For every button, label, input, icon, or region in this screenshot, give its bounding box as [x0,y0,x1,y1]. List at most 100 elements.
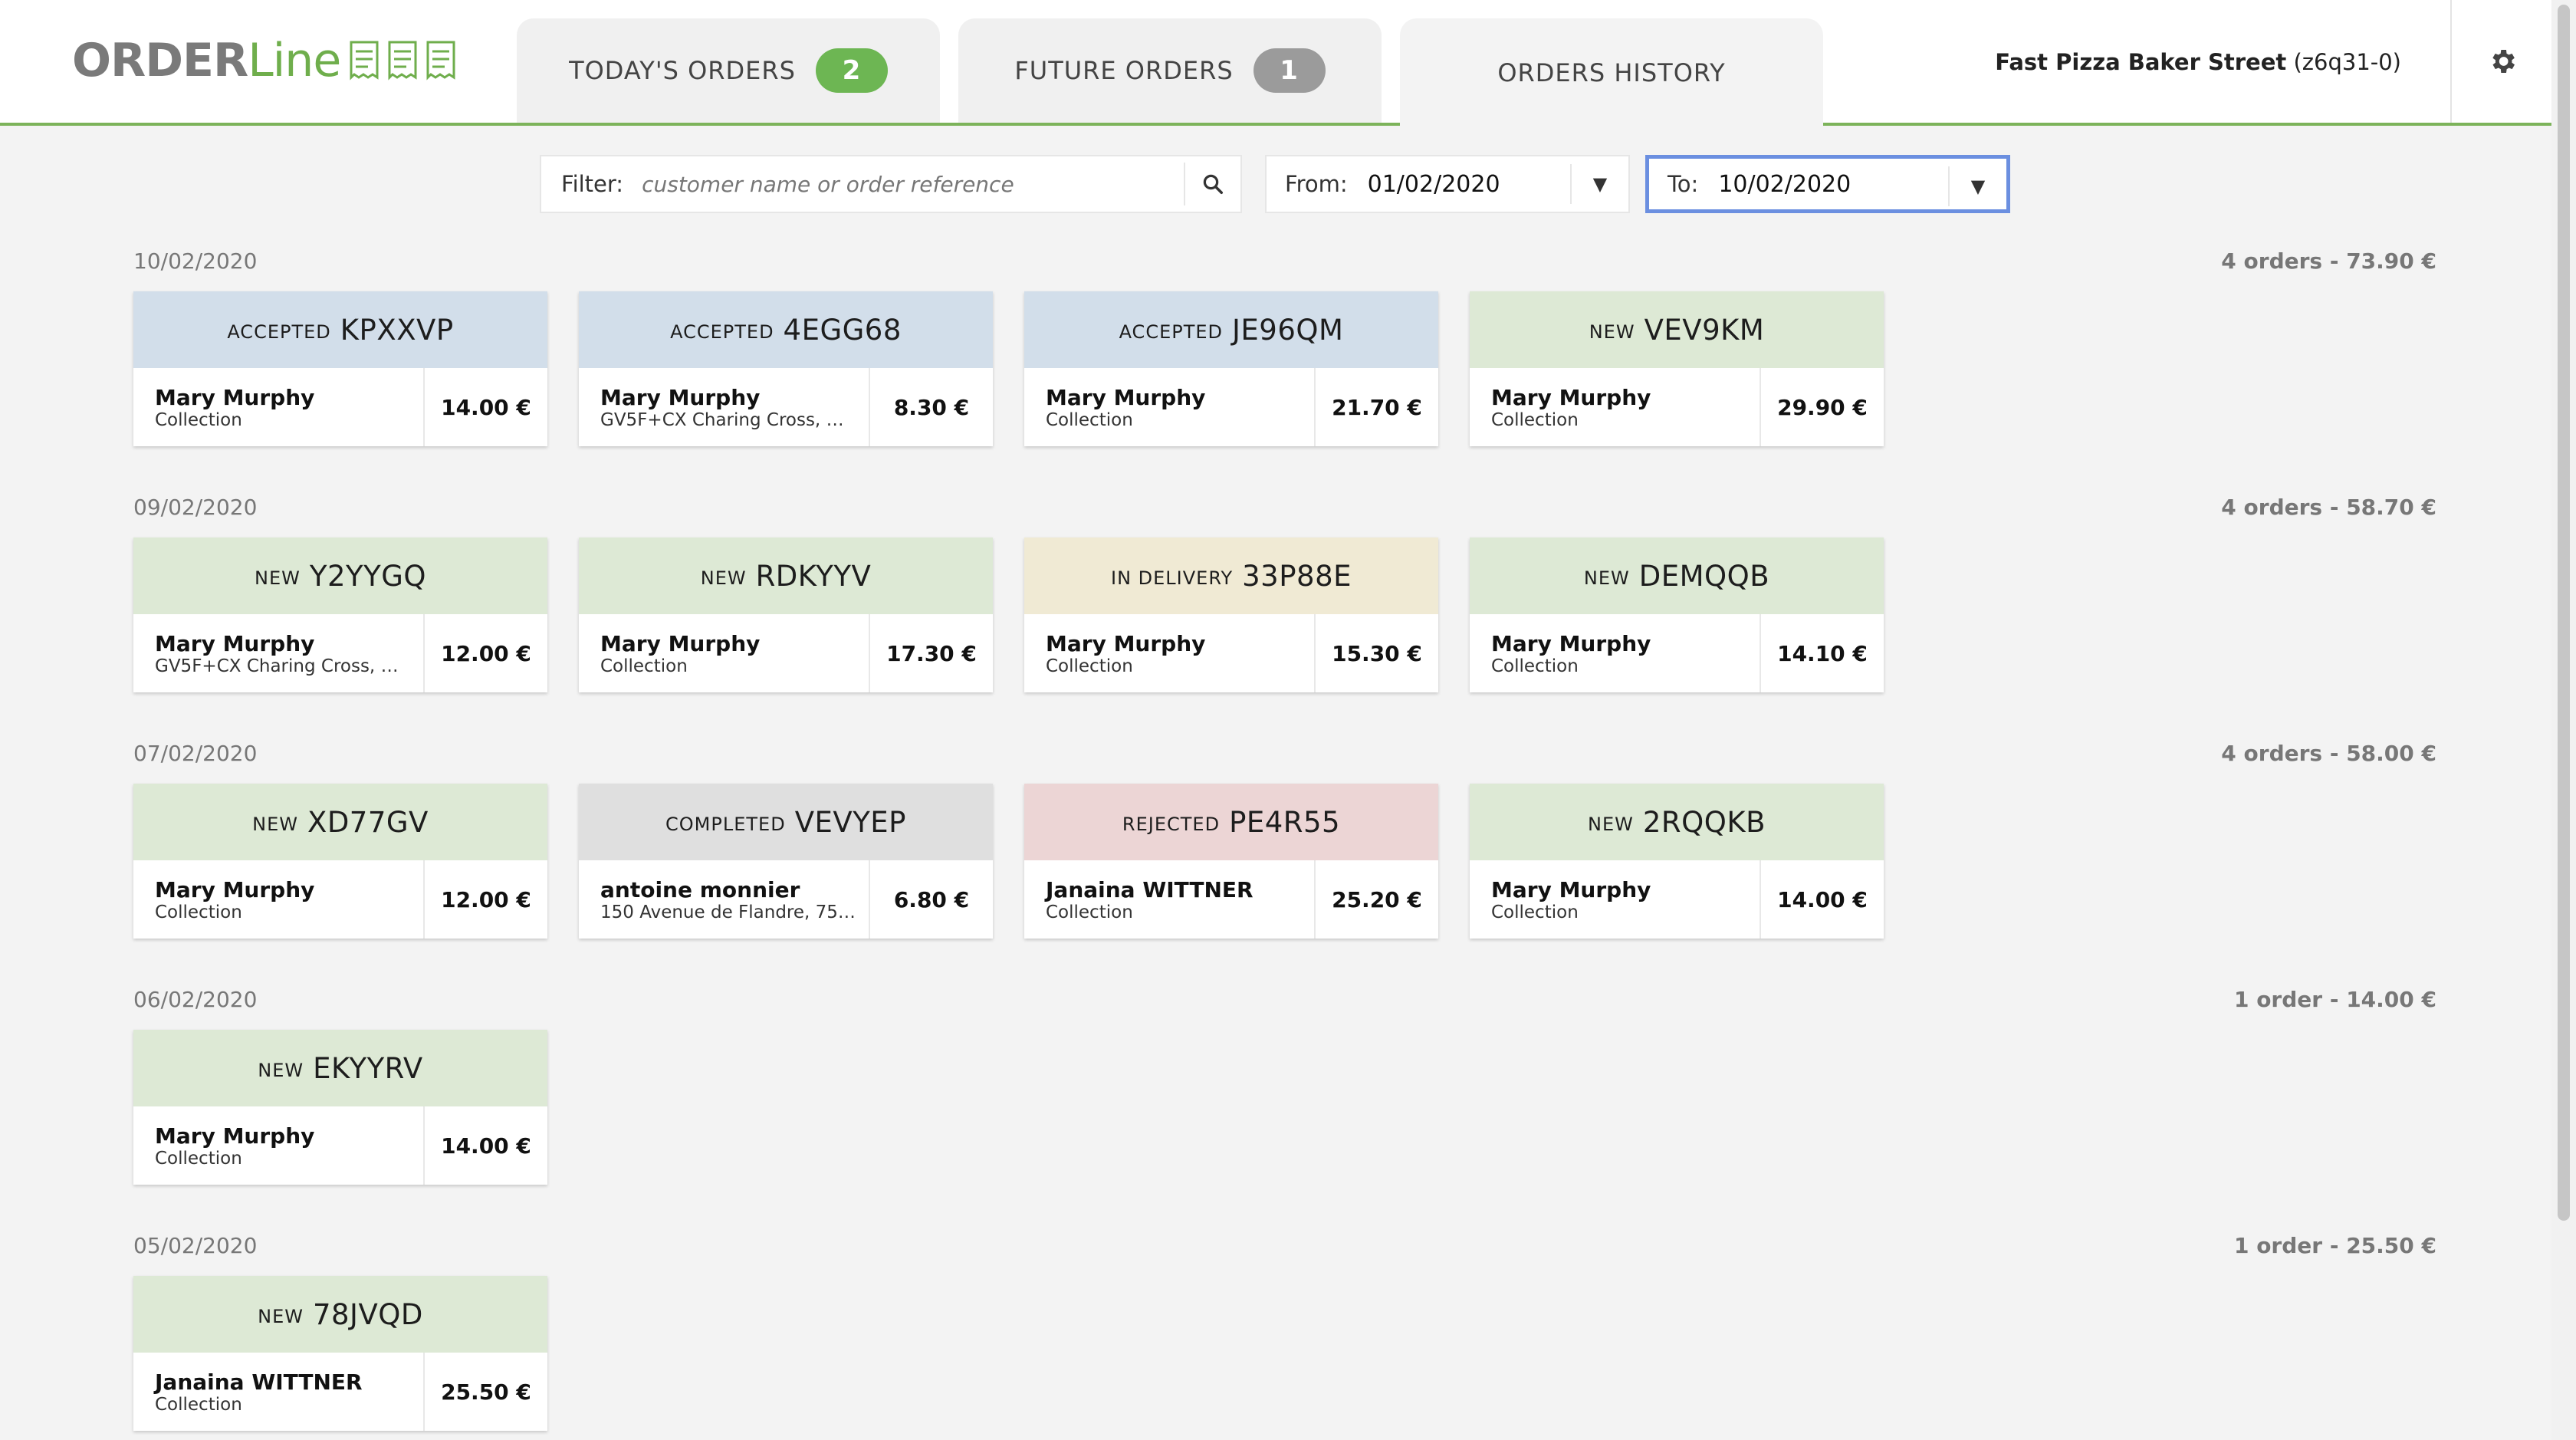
order-customer: Mary Murphy Collection [133,860,423,939]
delivery-detail: Collection [600,656,688,676]
search-icon [1203,174,1223,194]
order-price: 25.20 € [1314,860,1438,939]
order-card[interactable]: NEW Y2YYGQ Mary Murphy GV5F+CX Charing Cros… [133,538,547,692]
order-reference: XD77GV [307,805,429,839]
day-date: 06/02/2020 [133,987,258,1012]
order-card[interactable]: ACCEPTED 4EGG68 Mary Murphy GV5F+CX Charing… [579,291,993,446]
order-card[interactable]: NEW VEV9KM Mary Murphy Collection 29.90 € [1470,291,1884,446]
order-card-header: NEW RDKYYV [579,538,993,614]
delivery-detail: Collection [1046,410,1133,430]
order-card[interactable]: NEW 2RQQKB Mary Murphy Collection 14.00 € [1470,784,1884,939]
order-card[interactable]: NEW EKYYRV Mary Murphy Collection 14.00 € [133,1030,547,1185]
order-card-body: Mary Murphy Collection 29.90 € [1470,368,1884,446]
order-card-header: ACCEPTED JE96QM [1024,291,1438,368]
day-summary: 4 orders - 73.90 € [2221,248,2436,274]
delivery-detail: Collection [155,1149,242,1169]
order-card-header: NEW 2RQQKB [1470,784,1884,860]
order-reference: DEMQQB [1638,559,1770,593]
order-status: REJECTED [1122,814,1221,835]
order-card[interactable]: NEW DEMQQB Mary Murphy Collection 14.10 € [1470,538,1884,692]
date-to-value: 10/02/2020 [1718,170,1852,198]
order-reference: 4EGG68 [783,313,902,347]
order-price: 21.70 € [1314,368,1438,446]
tab-future-orders[interactable]: FUTURE ORDERS 1 [958,18,1382,123]
delivery-detail: 150 Avenue de Flandre, 7501… [600,902,861,922]
customer-name: Mary Murphy [155,877,315,902]
order-reference: 78JVQD [312,1297,423,1331]
order-status: NEW [1589,321,1635,343]
settings-button[interactable] [2450,0,2553,123]
date-from-value: 01/02/2020 [1367,170,1500,198]
delivery-detail: GV5F+CX Charing Cross, WC… [155,656,416,676]
tab-orders-history-label: ORDERS HISTORY [1497,58,1726,87]
tab-todays-orders[interactable]: TODAY'S ORDERS 2 [517,18,940,123]
date-to-select[interactable]: To: 10/02/2020 ▼ [1645,155,2010,213]
order-price: 17.30 € [869,614,993,692]
order-customer: Mary Murphy Collection [1470,860,1760,939]
order-card-body: Mary Murphy Collection 14.00 € [133,1106,547,1185]
day-date: 05/02/2020 [133,1233,258,1258]
order-customer: Mary Murphy Collection [1024,614,1314,692]
chevron-down-icon: ▼ [1570,164,1628,204]
order-card-body: Mary Murphy Collection 15.30 € [1024,614,1438,692]
order-card-header: NEW DEMQQB [1470,538,1884,614]
customer-name: Mary Murphy [155,1123,315,1149]
logo-order-text: ORDER [72,34,248,87]
order-card-body: Janaina WITTNER Collection 25.20 € [1024,860,1438,939]
customer-name: Janaina WITTNER [1046,877,1254,902]
customer-name: Mary Murphy [1046,631,1206,656]
customer-name: Mary Murphy [1491,631,1651,656]
date-from-select[interactable]: From: 01/02/2020 ▼ [1265,155,1630,213]
search-button[interactable] [1184,163,1240,205]
store-title: Fast Pizza Baker Street [1995,49,2287,75]
order-reference: 33P88E [1242,559,1352,593]
gear-icon [2492,50,2515,73]
order-card[interactable]: ACCEPTED JE96QM Mary Murphy Collection 21.70… [1024,291,1438,446]
scrollbar-thumb[interactable] [2558,5,2570,1221]
delivery-detail: Collection [155,410,242,430]
day-date: 09/02/2020 [133,495,258,520]
order-card-header: NEW VEV9KM [1470,291,1884,368]
order-card-header: ACCEPTED KPXXVP [133,291,547,368]
tab-future-orders-label: FUTURE ORDERS [1014,56,1234,85]
delivery-detail: Collection [155,1395,242,1415]
order-card[interactable]: IN DELIVERY 33P88E Mary Murphy Collection 15… [1024,538,1438,692]
order-card-body: Mary Murphy GV5F+CX Charing Cross, WC… 12.… [133,614,547,692]
filter-input[interactable] [640,160,1181,208]
order-price: 14.00 € [1760,860,1884,939]
tab-orders-history[interactable]: ORDERS HISTORY [1400,18,1823,127]
customer-name: Mary Murphy [1491,385,1651,410]
filter-label: Filter: [561,171,624,197]
order-card[interactable]: NEW 78JVQD Janaina WITTNER Collection 25.50 … [133,1276,547,1431]
order-card-header: NEW 78JVQD [133,1276,547,1353]
order-status: NEW [252,814,298,835]
order-card-body: Mary Murphy Collection 21.70 € [1024,368,1438,446]
order-status: IN DELIVERY [1111,567,1234,589]
order-customer: Janaina WITTNER Collection [133,1353,423,1431]
delivery-detail: Collection [1491,656,1579,676]
customer-name: antoine monnier [600,877,800,902]
order-status: ACCEPTED [670,321,774,343]
order-status: ACCEPTED [1119,321,1224,343]
filter-box: Filter: [540,155,1242,213]
order-price: 12.00 € [423,860,547,939]
todays-orders-count-badge: 2 [815,48,888,93]
order-card[interactable]: NEW XD77GV Mary Murphy Collection 12.00 € [133,784,547,939]
order-price: 14.00 € [423,1106,547,1185]
customer-name: Janaina WITTNER [155,1369,363,1395]
order-card-body: Mary Murphy GV5F+CX Charing Cross, WC… 8.3… [579,368,993,446]
order-card[interactable]: NEW RDKYYV Mary Murphy Collection 17.30 € [579,538,993,692]
date-from-label: From: [1285,171,1348,197]
order-card[interactable]: COMPLETED VEVYEP antoine monnier 150 Avenue… [579,784,993,939]
tab-todays-orders-label: TODAY'S ORDERS [569,56,796,85]
day-summary: 1 order - 14.00 € [2233,987,2436,1012]
order-price: 8.30 € [869,368,993,446]
customer-name: Mary Murphy [155,631,315,656]
order-price: 6.80 € [869,860,993,939]
order-card-header: NEW Y2YYGQ [133,538,547,614]
order-reference: EKYYRV [313,1051,423,1085]
order-card[interactable]: ACCEPTED KPXXVP Mary Murphy Collection 14.00… [133,291,547,446]
customer-name: Mary Murphy [155,385,315,410]
delivery-detail: Collection [1046,656,1133,676]
order-card[interactable]: REJECTED PE4R55 Janaina WITTNER Collection 2… [1024,784,1438,939]
